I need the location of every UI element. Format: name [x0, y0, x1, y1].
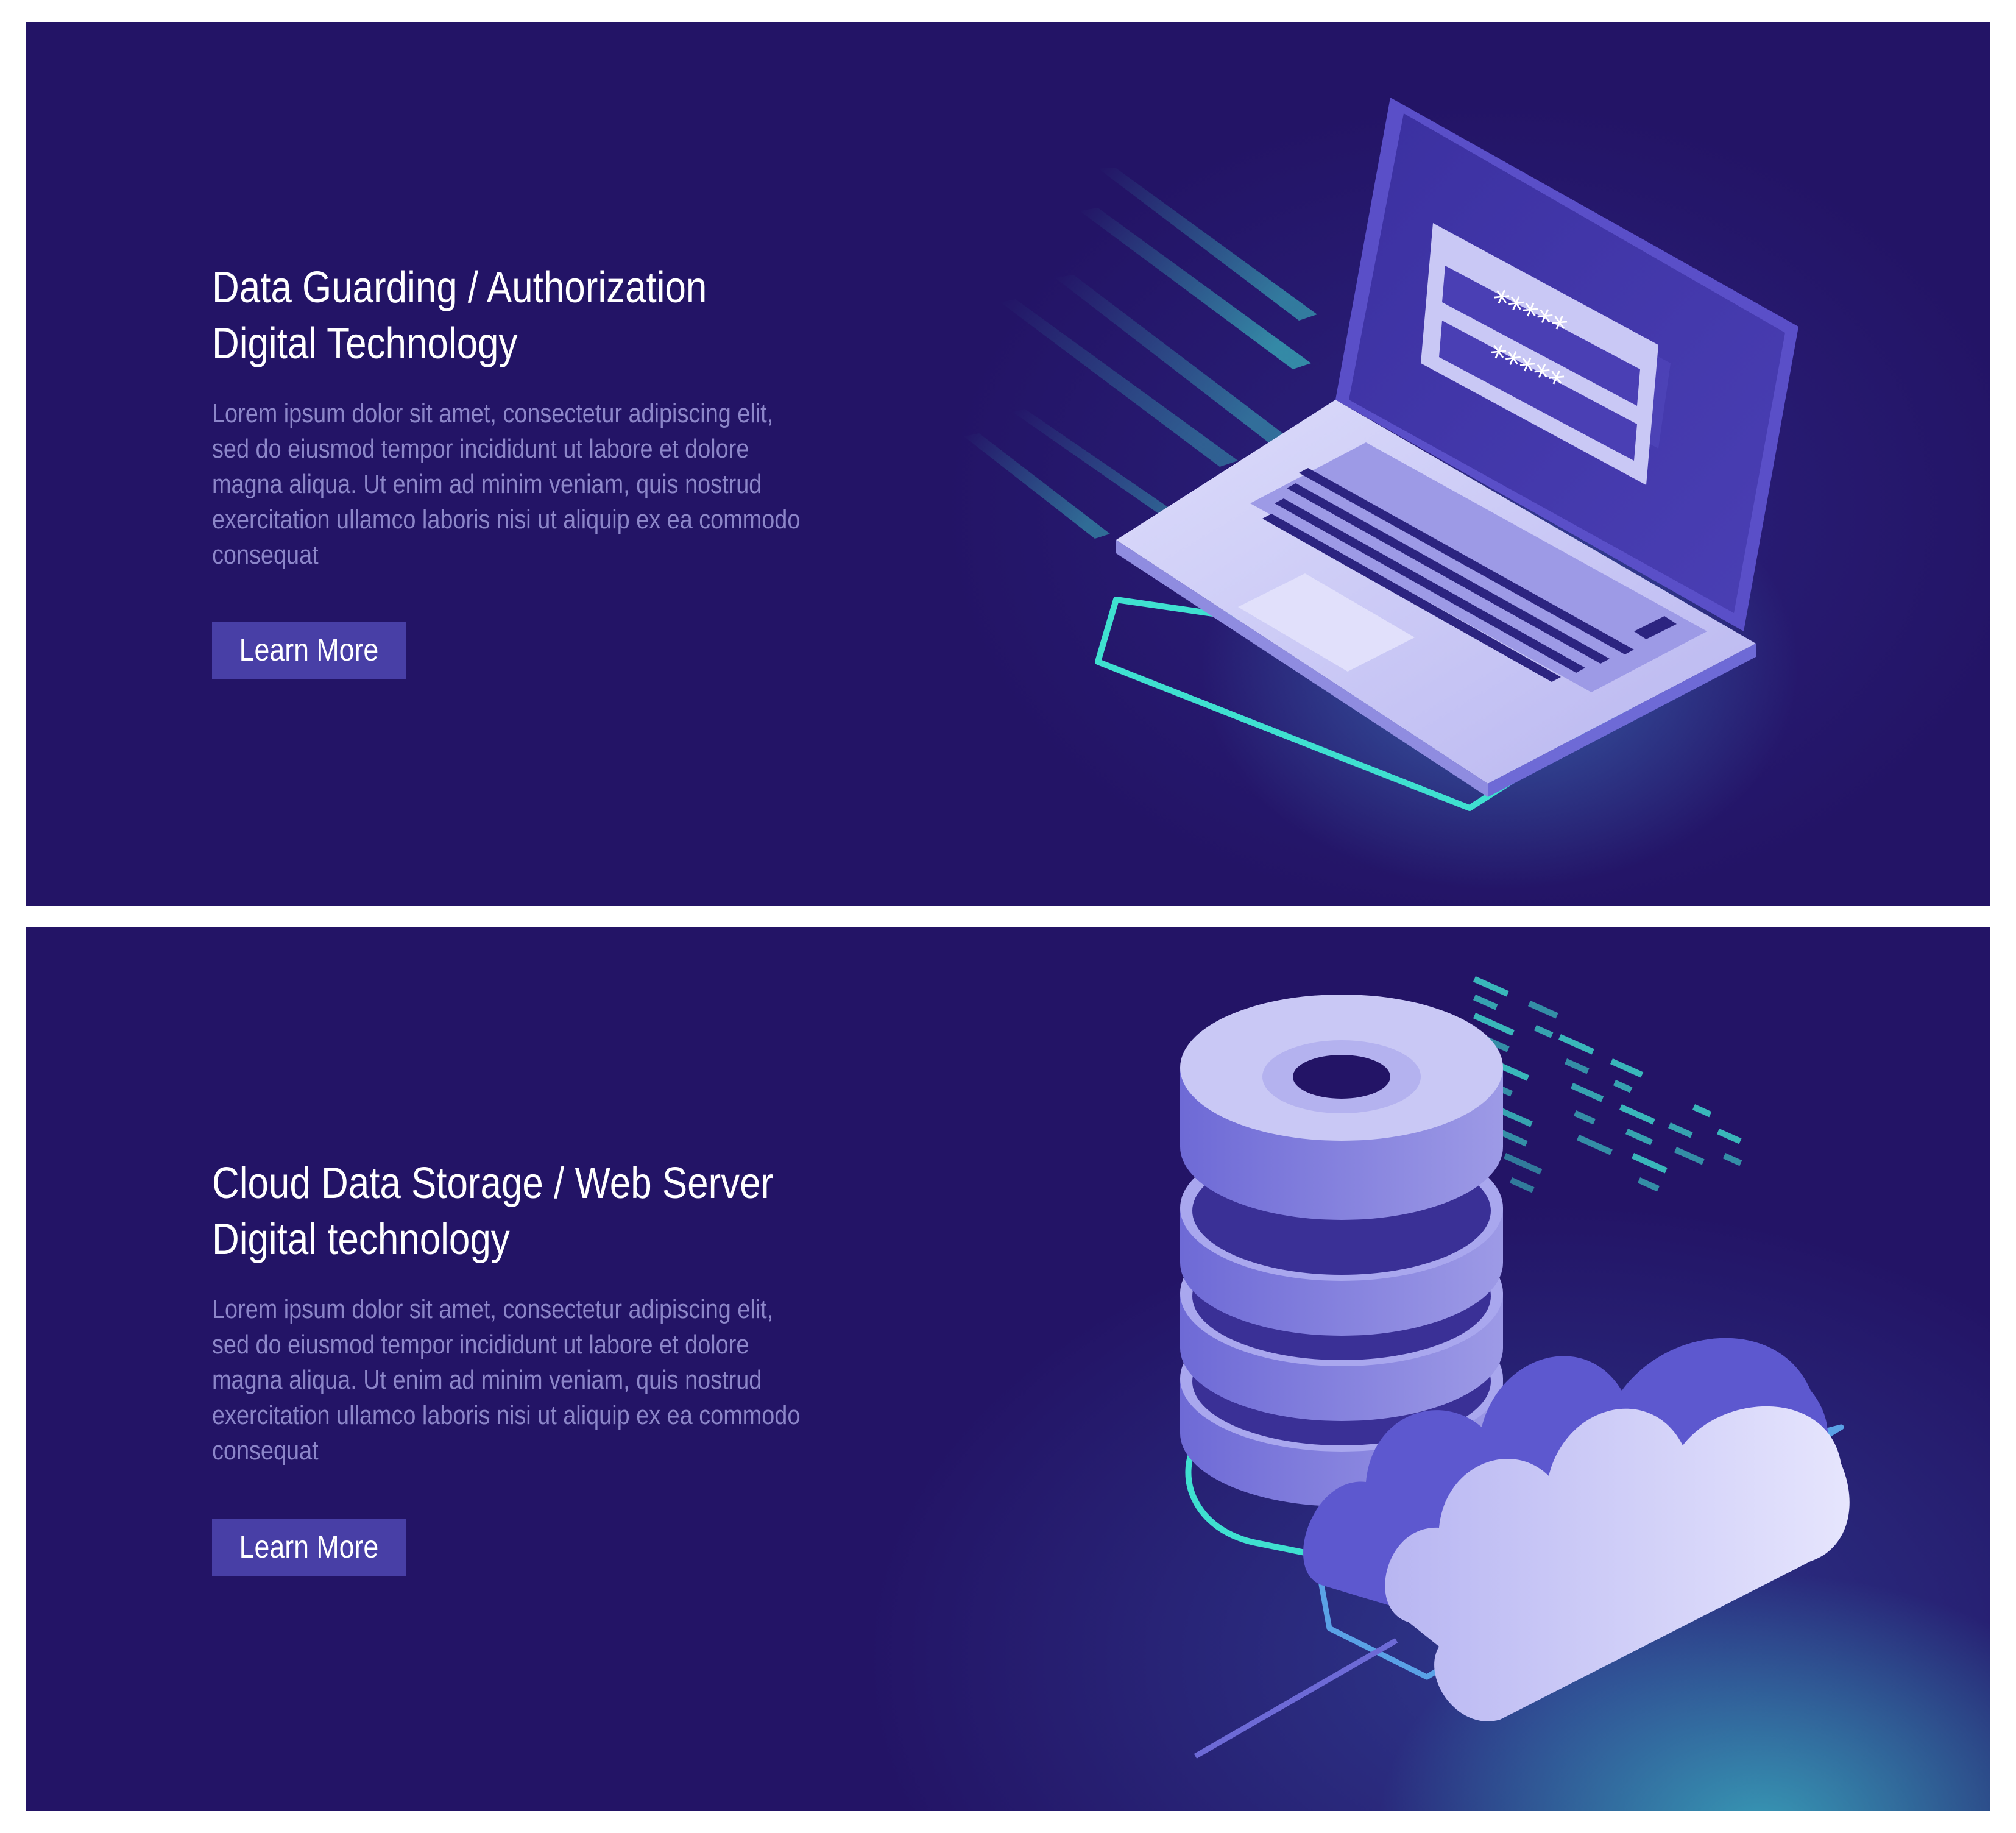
title-line-2: Digital Technology	[212, 319, 518, 368]
learn-more-label: Learn More	[239, 633, 379, 668]
description-line: exercitation ullamco laboris nisi ut ali…	[212, 505, 801, 534]
banner-data-guarding: ***** ***** Data Guarding / Authorizatio…	[26, 22, 1990, 906]
banner-text: Cloud Data Storage / Web Server Digital …	[212, 1155, 882, 1469]
data-stream-icon	[1473, 976, 1742, 1193]
title-line-1: Cloud Data Storage / Web Server	[212, 1159, 774, 1208]
description-line: exercitation ullamco laboris nisi ut ali…	[212, 1400, 801, 1430]
banner-text: Data Guarding / Authorization Digital Te…	[212, 260, 882, 573]
banner-description: Lorem ipsum dolor sit amet, consectetur …	[212, 1292, 801, 1469]
banner-title: Data Guarding / Authorization Digital Te…	[212, 260, 788, 372]
title-line-2: Digital technology	[212, 1215, 510, 1264]
banner-description: Lorem ipsum dolor sit amet, consectetur …	[212, 396, 801, 573]
banner-cloud-storage: Cloud Data Storage / Web Server Digital …	[26, 927, 1990, 1811]
learn-more-button[interactable]: Learn More	[212, 622, 406, 679]
description-line: Lorem ipsum dolor sit amet, consectetur …	[212, 399, 774, 428]
description-line: consequat	[212, 1436, 319, 1466]
description-line: magna aliqua. Ut enim ad minim veniam, q…	[212, 469, 762, 499]
description-line: Lorem ipsum dolor sit amet, consectetur …	[212, 1294, 774, 1324]
banner-title: Cloud Data Storage / Web Server Digital …	[212, 1155, 788, 1268]
description-line: sed do eiusmod tempor incididunt ut labo…	[212, 434, 749, 464]
description-line: magna aliqua. Ut enim ad minim veniam, q…	[212, 1365, 762, 1395]
title-line-1: Data Guarding / Authorization	[212, 263, 707, 312]
connector-line	[1194, 1638, 1398, 1759]
learn-more-button[interactable]: Learn More	[212, 1519, 406, 1576]
disk-top	[1180, 994, 1503, 1220]
streak-line	[964, 433, 1110, 539]
description-line: consequat	[212, 540, 319, 570]
description-line: sed do eiusmod tempor incididunt ut labo…	[212, 1330, 749, 1360]
streak-line	[1013, 409, 1189, 526]
learn-more-label: Learn More	[239, 1530, 379, 1565]
